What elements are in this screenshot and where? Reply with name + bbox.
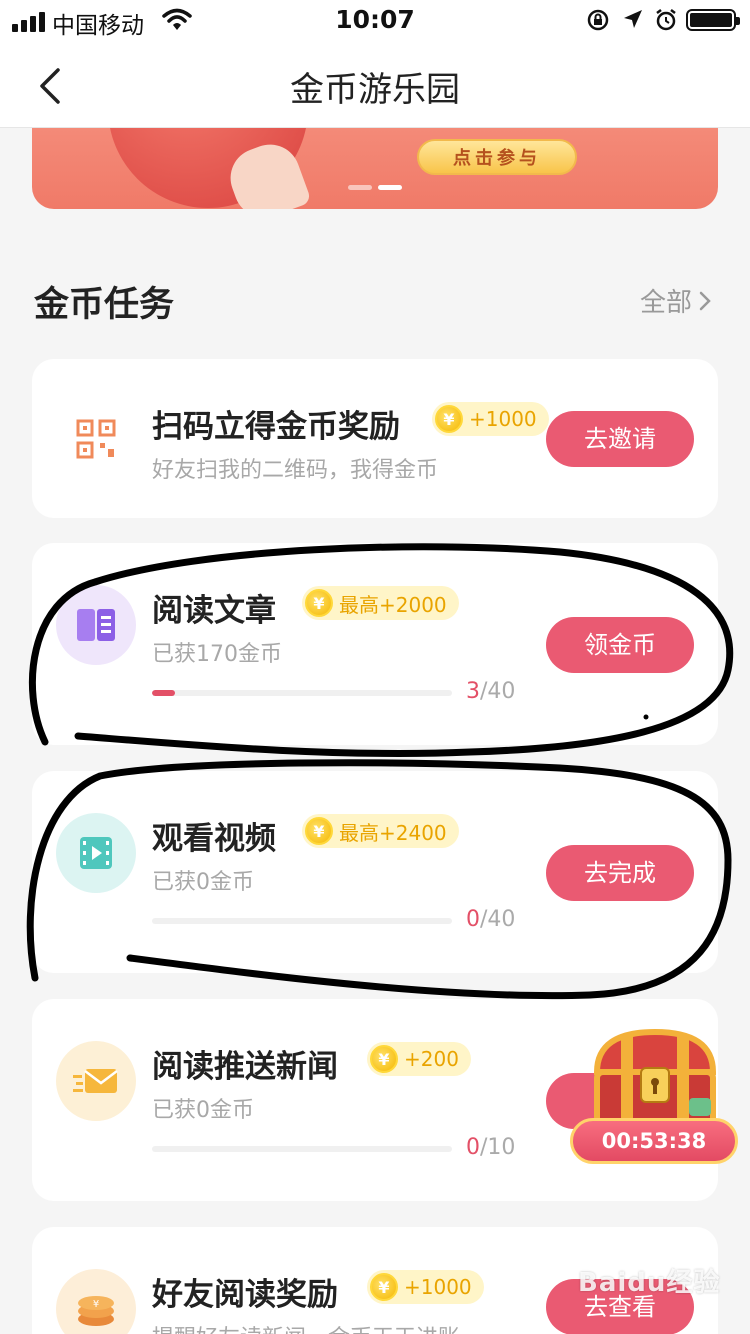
- progress-count: 0/10: [466, 1135, 516, 1160]
- status-bar: 中国移动 10:07: [0, 0, 750, 40]
- invite-button[interactable]: 去邀请: [546, 411, 694, 467]
- complete-button[interactable]: 去完成: [546, 845, 694, 901]
- reward-amount: +200: [404, 1047, 459, 1071]
- location-icon: [624, 10, 642, 28]
- progress-count: 0/40: [466, 907, 516, 932]
- task-title: 阅读推送新闻: [152, 1049, 338, 1085]
- task-title: 阅读文章: [152, 593, 276, 629]
- section-title: 金币任务: [34, 285, 175, 325]
- battery-icon: [686, 9, 740, 31]
- reward-badge: ¥ 最高+2000: [302, 586, 459, 620]
- progress-fill: [152, 690, 175, 696]
- reward-amount: 最高+2000: [339, 592, 447, 617]
- reward-badge: ¥ +1000: [367, 1270, 484, 1304]
- reward-badge: ¥ +200: [367, 1042, 471, 1076]
- coins-icon: ¥: [56, 1269, 136, 1334]
- rotation-lock-icon: [587, 9, 609, 31]
- task-subtitle: 好友扫我的二维码，我得金币: [152, 458, 439, 483]
- banner-pagination-dots: [348, 185, 402, 190]
- reward-badge: ¥ 最高+2400: [302, 814, 459, 848]
- coin-icon: ¥: [370, 1273, 398, 1301]
- task-title: 扫码立得金币奖励: [152, 409, 400, 445]
- coin-icon: ¥: [305, 817, 333, 845]
- task-card-watch-video: 观看视频 ¥ 最高+2400 已获0金币 0/40 去完成: [32, 771, 718, 973]
- task-subtitle: 已获0金币: [152, 1098, 254, 1123]
- collect-coins-button[interactable]: 领金币: [546, 617, 694, 673]
- progress-count: 3/40: [466, 679, 516, 704]
- task-card-qr: 扫码立得金币奖励 ¥ +1000 好友扫我的二维码，我得金币 去邀请: [32, 359, 718, 518]
- see-all-link[interactable]: 全部: [640, 282, 712, 319]
- task-subtitle: 提醒好友读新闻，金币天天进账: [152, 1320, 460, 1334]
- task-card-read-articles: 阅读文章 ¥ 最高+2000 已获170金币 3/40 领金币: [32, 543, 718, 745]
- svg-text:¥: ¥: [93, 1299, 99, 1310]
- progress-track: [152, 1146, 452, 1152]
- reward-amount: +1000: [404, 1275, 472, 1299]
- envelope-icon: [56, 1041, 136, 1121]
- alarm-icon: [656, 9, 676, 31]
- reward-amount: +1000: [469, 407, 537, 431]
- progress-track: [152, 690, 452, 696]
- video-icon: [56, 813, 136, 893]
- progress-track: [152, 918, 452, 924]
- book-icon: [56, 585, 136, 665]
- watermark: Baidu经验: [578, 1268, 721, 1298]
- task-title: 好友阅读奖励: [152, 1277, 338, 1313]
- see-all-label: 全部: [640, 288, 693, 318]
- reward-amount: 最高+2400: [339, 820, 447, 845]
- page-title: 金币游乐园: [290, 70, 460, 110]
- coin-icon: ¥: [305, 589, 333, 617]
- promo-banner[interactable]: 点击参与: [32, 128, 718, 209]
- task-subtitle: 已获0金币: [152, 870, 254, 895]
- coin-icon: ¥: [370, 1045, 398, 1073]
- qr-code-icon: [56, 399, 136, 479]
- coin-icon: ¥: [435, 405, 463, 433]
- treasure-timer[interactable]: 00:53:38: [570, 1118, 738, 1164]
- task-subtitle: 已获170金币: [152, 642, 282, 667]
- task-title: 观看视频: [152, 821, 276, 857]
- nav-bar: 金币游乐园: [0, 40, 750, 128]
- reward-badge: ¥ +1000: [432, 402, 549, 436]
- chevron-right-icon: [699, 291, 711, 310]
- banner-cta-button[interactable]: 点击参与: [417, 139, 577, 175]
